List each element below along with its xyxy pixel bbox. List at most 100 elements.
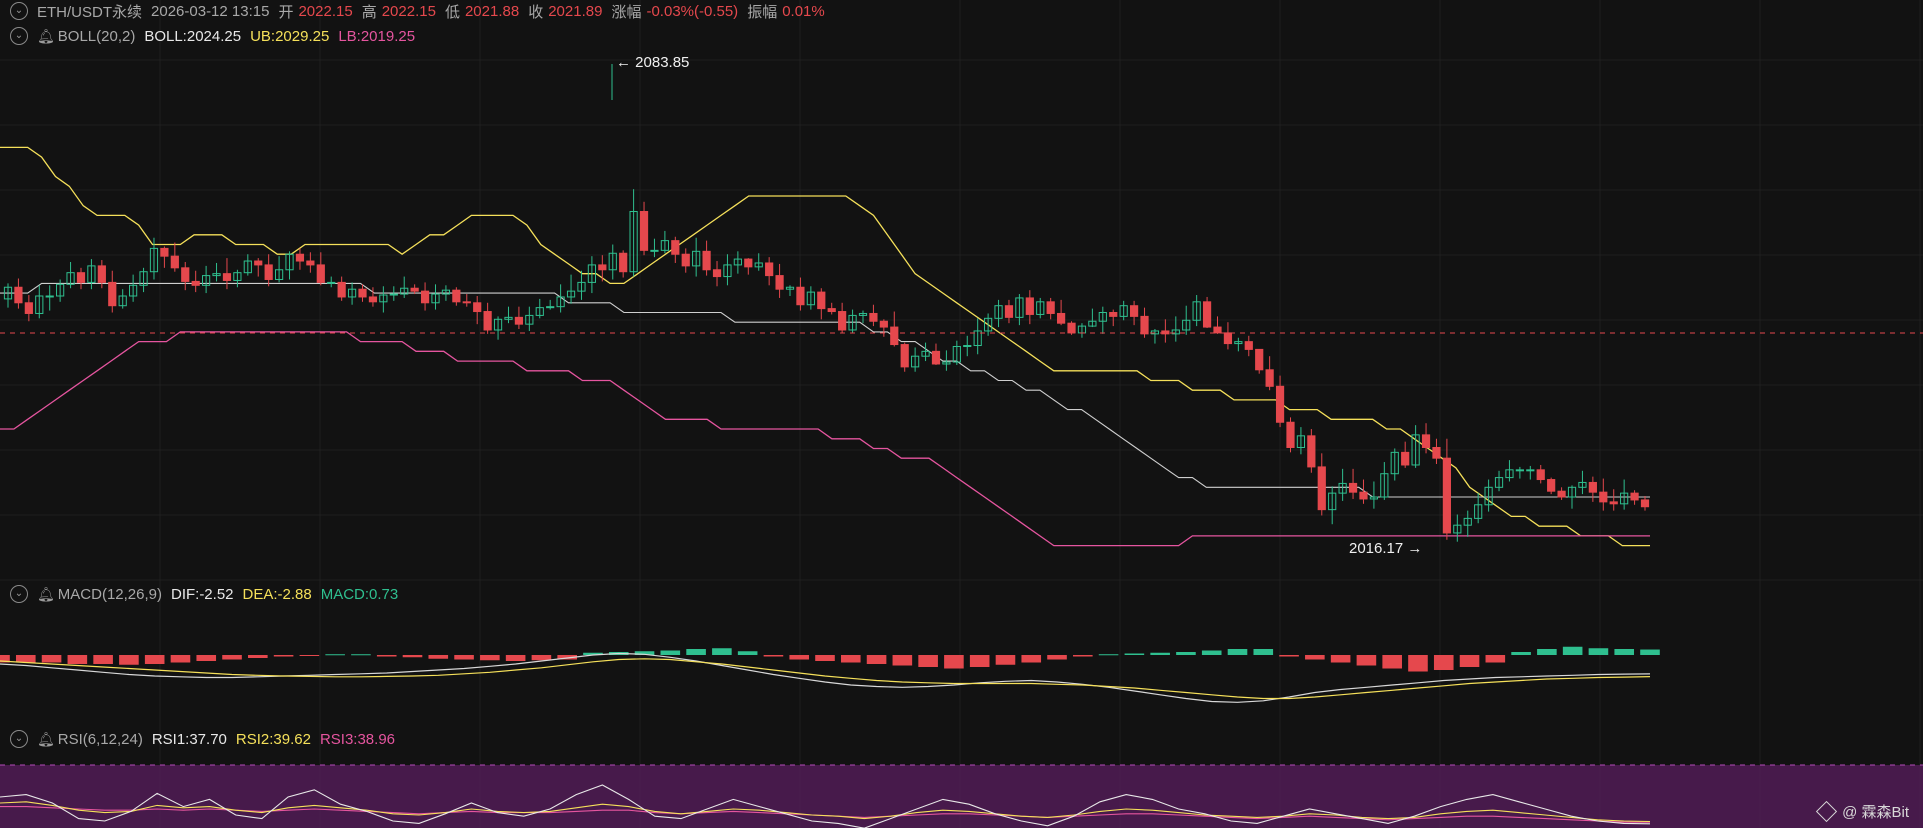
- candle-body: [160, 247, 169, 257]
- macd-histogram-bar: [428, 655, 449, 659]
- candle-body: [744, 258, 753, 268]
- candle-body: [1317, 466, 1326, 511]
- candle-body: [254, 260, 263, 266]
- macd-histogram-bar: [299, 655, 320, 656]
- boll-mid-value: BOLL:2024.25: [144, 27, 242, 45]
- bell-icon[interactable]: 🔔︎: [37, 731, 55, 748]
- watermark: @ 霖森Bit: [1815, 800, 1909, 823]
- macd-histogram-bar: [531, 655, 552, 661]
- rsi-name[interactable]: RSI(6,12,24): [58, 731, 143, 748]
- change-value: -0.03%(-0.55): [646, 2, 739, 20]
- macd-histogram-bar: [892, 655, 913, 666]
- chart-canvas[interactable]: [0, 0, 1923, 828]
- price-header: ⌄ ETH/USDT永续 2026-03-12 13:15 开 2022.15 …: [10, 0, 825, 22]
- chevron-down-icon[interactable]: ⌄: [10, 2, 28, 20]
- macd-histogram-bar: [1537, 649, 1557, 655]
- macd-histogram-bar: [789, 655, 810, 660]
- candle-body: [1536, 469, 1545, 481]
- macd-histogram-bar: [196, 655, 217, 661]
- candle-body: [295, 253, 305, 262]
- macd-histogram-bar: [840, 655, 861, 663]
- candle-body: [1348, 482, 1358, 493]
- candle-body: [1244, 341, 1253, 350]
- chevron-down-icon[interactable]: ⌄: [10, 27, 28, 45]
- candle-body: [45, 295, 54, 298]
- rsi-legend: ⌄ 🔔︎ RSI(6,12,24) RSI1:37.70 RSI2:39.62 …: [10, 728, 395, 750]
- candle-body: [817, 291, 826, 310]
- bell-icon[interactable]: 🔔︎: [37, 28, 55, 45]
- macd-histogram-bar: [1511, 652, 1531, 655]
- chevron-down-icon[interactable]: ⌄: [10, 730, 28, 748]
- candle-body: [963, 345, 972, 348]
- candle-body: [879, 320, 888, 328]
- candle-body: [473, 302, 482, 313]
- bell-icon[interactable]: 🔔︎: [37, 586, 55, 603]
- chart-window[interactable]: ⌄ ETH/USDT永续 2026-03-12 13:15 开 2022.15 …: [0, 0, 1923, 828]
- symbol-name[interactable]: ETH/USDT永续: [37, 1, 142, 22]
- max-price-marker: ← 2083.85: [616, 54, 690, 71]
- candle-body: [1046, 301, 1055, 314]
- macd-histogram-bar: [1021, 655, 1042, 663]
- macd-histogram-bar: [222, 655, 242, 660]
- candle-body: [420, 290, 430, 304]
- candle-body: [869, 312, 878, 322]
- candle-body: [639, 211, 649, 251]
- candle-body: [181, 267, 190, 282]
- candle-body: [619, 252, 628, 273]
- candle-body: [1057, 312, 1066, 324]
- candle-body: [1286, 421, 1295, 448]
- macd-histogram-bar: [1124, 653, 1145, 655]
- macd-histogram-bar: [763, 655, 784, 657]
- amplitude-value: 0.01%: [782, 2, 825, 20]
- boll-name[interactable]: BOLL(20,2): [58, 28, 136, 45]
- macd-histogram-bar: [1150, 652, 1170, 655]
- macd-histogram-bar: [1356, 655, 1377, 666]
- candle-body: [1223, 332, 1233, 345]
- bar-datetime: 2026-03-12 13:15: [151, 2, 270, 20]
- macd-histogram-bar: [1176, 652, 1196, 655]
- high-value: 2022.15: [381, 2, 436, 20]
- macd-histogram-bar: [93, 655, 113, 664]
- macd-histogram-bar: [402, 655, 423, 658]
- macd-name[interactable]: MACD(12,26,9): [58, 586, 162, 603]
- candle-body: [775, 275, 784, 290]
- candle-body: [1067, 322, 1076, 334]
- rsi3-value: RSI3:38.96: [319, 730, 396, 748]
- candle-body: [1630, 492, 1639, 501]
- candle-body: [483, 311, 492, 331]
- macd-dea-value: DEA:-2.88: [242, 585, 312, 603]
- candle-body: [97, 265, 106, 283]
- candle-body: [827, 308, 836, 313]
- candle-body: [452, 289, 461, 303]
- macd-legend: ⌄ 🔔︎ MACD(12,26,9) DIF:-2.52 DEA:-2.88 M…: [10, 583, 398, 605]
- candle-body: [306, 260, 315, 266]
- boll-lower-band: [0, 331, 1650, 547]
- macd-histogram-bar: [1382, 655, 1402, 669]
- candle-body: [890, 326, 899, 346]
- candle-body: [1004, 305, 1014, 318]
- close-label: 收: [528, 3, 544, 21]
- macd-histogram-bar: [505, 655, 526, 661]
- macd-histogram-bar: [273, 655, 294, 657]
- macd-histogram-bar: [480, 655, 500, 661]
- macd-histogram-bar: [866, 655, 887, 664]
- chevron-down-icon[interactable]: ⌄: [10, 585, 28, 603]
- candle-body: [796, 286, 805, 306]
- macd-histogram-bar: [325, 654, 345, 656]
- macd-histogram-bar: [1433, 655, 1454, 670]
- boll-ub-value: UB:2029.25: [250, 27, 330, 45]
- macd-histogram-bar: [1485, 655, 1506, 663]
- rsi1-value: RSI1:37.70: [151, 730, 227, 748]
- candle-body: [1359, 491, 1368, 500]
- candle-body: [191, 280, 200, 286]
- candle-body: [1255, 348, 1264, 371]
- macd-histogram-bar: [1098, 654, 1119, 656]
- candle-body: [327, 281, 336, 284]
- macd-histogram-bar: [1330, 655, 1351, 663]
- candle-body: [546, 306, 555, 309]
- candle-body: [1640, 499, 1650, 508]
- candle-body: [222, 273, 232, 281]
- candle-body: [264, 264, 273, 280]
- boll-upper-band: [0, 146, 1650, 547]
- macd-dea-line: [0, 658, 1651, 700]
